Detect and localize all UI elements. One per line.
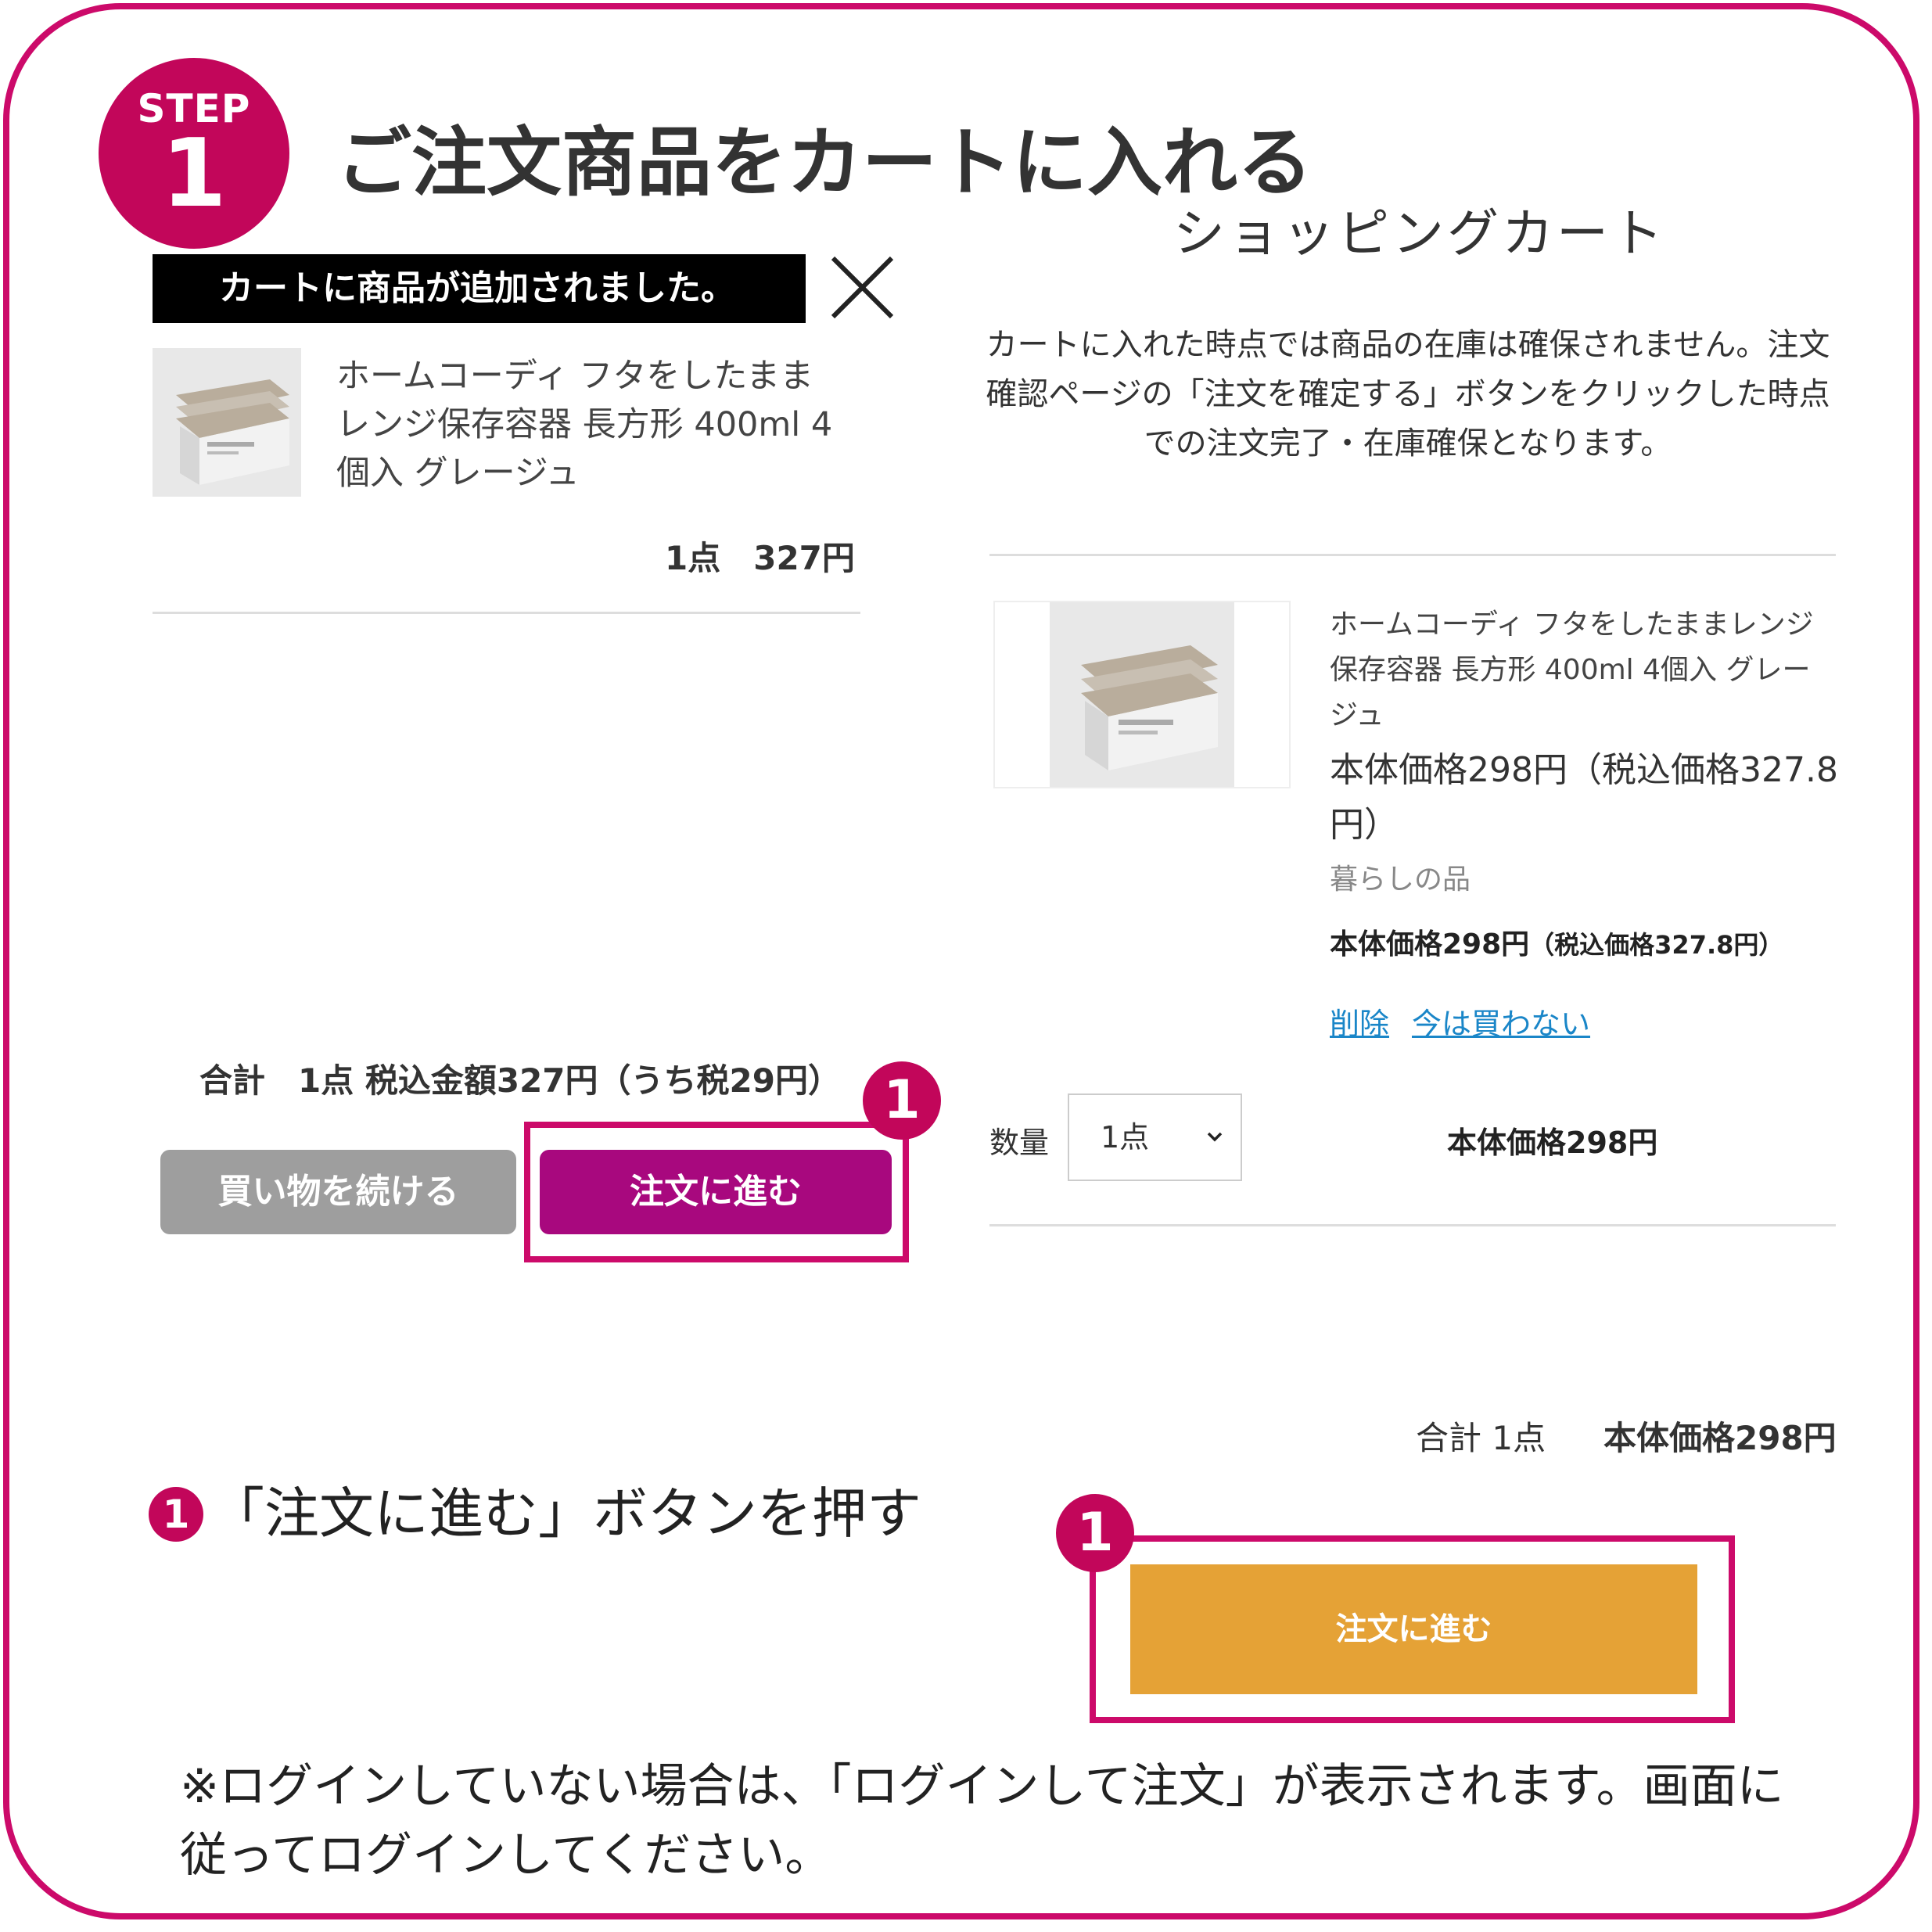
added-to-cart-toast: カートに商品が追加されました。 — [153, 254, 806, 323]
quantity-select[interactable]: 1点 — [1068, 1093, 1242, 1181]
login-note: ※ログインしていない場合は、「ログインして注文」が表示されます。画面に従ってログ… — [180, 1759, 1784, 1883]
cart-item-price: 本体価格298円（税込価格327.8円） — [1330, 750, 1838, 845]
cart-total-label: 合計 1点 — [1416, 1419, 1546, 1457]
proceed-to-order-button[interactable]: 注文に進む — [540, 1150, 892, 1234]
cart-notice: カートに入れた時点では商品の在庫は確保されません。注文確認ページの「注文を確定す… — [986, 327, 1830, 461]
product-name[interactable]: ホームコーディ フタをしたままレンジ保存容器 長方形 400ml 4個入 グレー… — [336, 352, 837, 497]
cart-item-category: 暮らしの品 — [1330, 864, 1471, 896]
cart-item-price-summary: 本体価格298円（税込価格327.8円） — [1330, 921, 1783, 962]
price-main: 本体価格298円 — [1330, 928, 1530, 961]
product-thumbnail[interactable] — [1050, 602, 1234, 787]
quantity-value: 1点 — [1101, 1120, 1150, 1155]
step-badge-number: 1 — [161, 120, 227, 228]
save-for-later-link[interactable]: 今は買わない — [1412, 1000, 1590, 1043]
quantity-label: 数量 — [989, 1126, 1050, 1160]
cart-title: ショッピングカート — [1173, 203, 1666, 264]
cart-item-name[interactable]: ホームコーディ フタをしたままレンジ保存容器 長方形 400ml 4個入 グレー… — [1330, 602, 1830, 738]
step-title: ご注文商品をカートに入れる — [336, 119, 1313, 206]
product-thumbnail — [153, 348, 301, 497]
instruction-text: 「注文に進む」ボタンを押す — [210, 1481, 921, 1546]
proceed-to-order-button[interactable]: 注文に進む — [1130, 1564, 1697, 1694]
line-price: 本体価格298円 — [1447, 1126, 1658, 1160]
chevron-down-icon — [1207, 1132, 1223, 1142]
close-icon[interactable] — [825, 250, 900, 325]
divider — [989, 1224, 1836, 1226]
divider — [989, 554, 1836, 556]
quantity-price: 1点 327円 — [665, 539, 855, 577]
step-marker: 1 — [1056, 1494, 1134, 1572]
step-marker: 1 — [863, 1061, 941, 1140]
step-marker: 1 — [149, 1487, 203, 1542]
divider — [153, 612, 860, 614]
delete-link[interactable]: 削除 — [1330, 1000, 1389, 1043]
popup-total: 合計 1点 税込金額327円（うち税29円） — [199, 1061, 841, 1100]
instruction: 1 「注文に進む」ボタンを押す — [149, 1474, 921, 1553]
step-badge: STEP 1 — [99, 58, 289, 249]
cart-total-price: 本体価格298円 — [1603, 1419, 1837, 1457]
price-tax: （税込価格327.8円） — [1529, 930, 1784, 960]
continue-shopping-button[interactable]: 買い物を続ける — [160, 1150, 516, 1234]
